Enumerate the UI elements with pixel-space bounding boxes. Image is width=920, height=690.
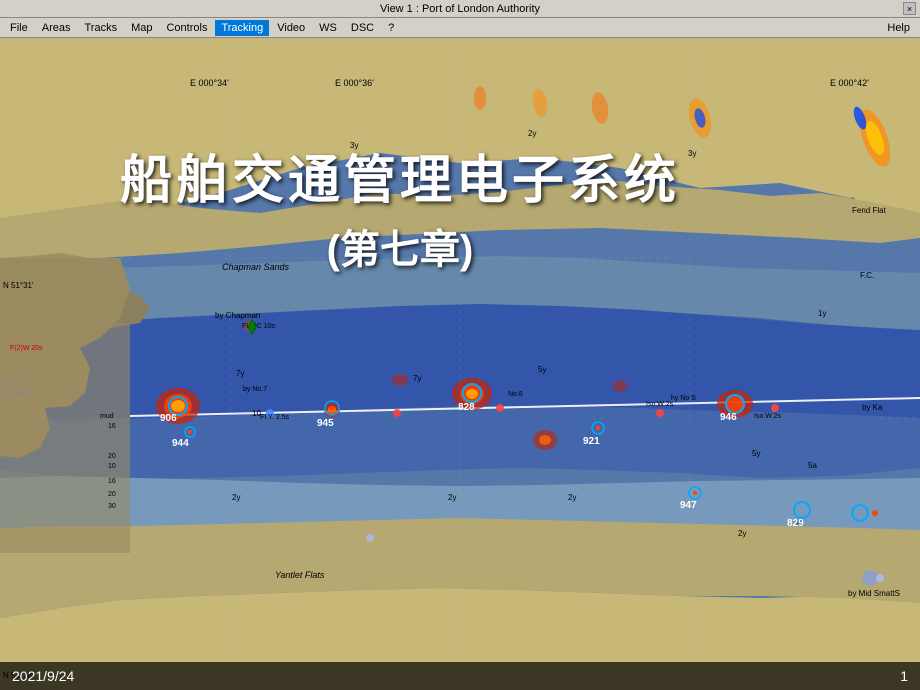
svg-text:7y: 7y xyxy=(236,369,244,378)
svg-text:Fend Flat: Fend Flat xyxy=(852,206,887,215)
svg-text:by Ka: by Ka xyxy=(862,403,883,412)
menu-tracks[interactable]: Tracks xyxy=(78,20,123,36)
map-container[interactable]: E 000°34' E 000°36' E 000°42' N 51°31' N… xyxy=(0,38,920,690)
svg-text:F(2)W 20s: F(2)W 20s xyxy=(10,345,43,352)
svg-text:10: 10 xyxy=(108,463,116,470)
menu-dsc[interactable]: DSC xyxy=(345,20,380,36)
svg-text:7y: 7y xyxy=(413,374,421,383)
svg-text:E 000°42': E 000°42' xyxy=(830,78,869,88)
window-title: View 1 : Port of London Authority xyxy=(380,3,540,15)
svg-text:E 000°36': E 000°36' xyxy=(335,78,374,88)
svg-text:16: 16 xyxy=(108,478,116,485)
svg-text:3y: 3y xyxy=(350,141,358,150)
svg-text:945: 945 xyxy=(317,418,334,429)
menu-help[interactable]: Help xyxy=(881,20,916,36)
svg-text:FI(3)C 10s: FI(3)C 10s xyxy=(242,323,276,330)
svg-text:5a: 5a xyxy=(808,461,817,470)
svg-text:2y: 2y xyxy=(448,493,456,502)
page-number: 1 xyxy=(900,668,908,684)
svg-text:30: 30 xyxy=(108,503,116,510)
close-button[interactable]: × xyxy=(903,2,916,15)
svg-text:Yantlet Flats: Yantlet Flats xyxy=(275,570,325,580)
menu-tracking[interactable]: Tracking xyxy=(215,20,269,36)
svg-text:5y: 5y xyxy=(752,449,760,458)
svg-text:946: 946 xyxy=(720,412,737,423)
svg-text:5y: 5y xyxy=(538,365,546,374)
menu-ws[interactable]: WS xyxy=(313,20,343,36)
svg-text:by Chapman: by Chapman xyxy=(215,311,260,320)
svg-text:Iso.W 2s: Iso.W 2s xyxy=(646,401,674,408)
svg-text:1y: 1y xyxy=(818,309,826,318)
svg-text:F.C.: F.C. xyxy=(860,271,874,280)
map-svg: E 000°34' E 000°36' E 000°42' N 51°31' N… xyxy=(0,38,920,690)
svg-text:E 000°34': E 000°34' xyxy=(190,78,229,88)
svg-text:FI.Y. 2.5s: FI.Y. 2.5s xyxy=(260,414,290,421)
menu-video[interactable]: Video xyxy=(271,20,311,36)
svg-text:2y: 2y xyxy=(232,493,240,502)
svg-text:16: 16 xyxy=(108,423,116,430)
svg-text:3y: 3y xyxy=(688,149,696,158)
menu-bar: File Areas Tracks Map Controls Tracking … xyxy=(0,18,920,38)
svg-text:N 51°31': N 51°31' xyxy=(3,281,34,290)
svg-text:921: 921 xyxy=(583,436,600,447)
svg-text:2y: 2y xyxy=(568,493,576,502)
svg-text:906: 906 xyxy=(160,413,177,424)
svg-text:2y: 2y xyxy=(528,129,536,138)
svg-text:947: 947 xyxy=(680,500,697,511)
date-label: 2021/9/24 xyxy=(12,668,74,684)
svg-text:20: 20 xyxy=(108,491,116,498)
svg-text:Chapman Sands: Chapman Sands xyxy=(222,262,290,272)
svg-text:mud: mud xyxy=(100,413,114,420)
svg-text:THAMES: THAMES xyxy=(2,391,32,398)
title-bar: View 1 : Port of London Authority × xyxy=(0,0,920,18)
svg-text:by No.7: by No.7 xyxy=(243,386,267,393)
menu-areas[interactable]: Areas xyxy=(36,20,77,36)
svg-text:by Mid SmattS: by Mid SmattS xyxy=(848,589,900,598)
svg-text:828: 828 xyxy=(458,402,475,413)
menu-question[interactable]: ? xyxy=(382,20,400,36)
menu-controls[interactable]: Controls xyxy=(160,20,213,36)
svg-text:829: 829 xyxy=(787,518,804,529)
menu-map[interactable]: Map xyxy=(125,20,158,36)
svg-text:hy No S: hy No S xyxy=(671,395,696,402)
svg-text:No.6: No.6 xyxy=(508,391,523,398)
bottom-bar: 2021/9/24 1 xyxy=(0,662,920,690)
svg-text:RIVER: RIVER xyxy=(2,381,23,388)
svg-text:Iso.W.2s: Iso.W.2s xyxy=(754,413,781,420)
svg-text:20: 20 xyxy=(108,453,116,460)
menu-file[interactable]: File xyxy=(4,20,34,36)
svg-text:944: 944 xyxy=(172,438,189,449)
svg-text:2y: 2y xyxy=(738,529,746,538)
